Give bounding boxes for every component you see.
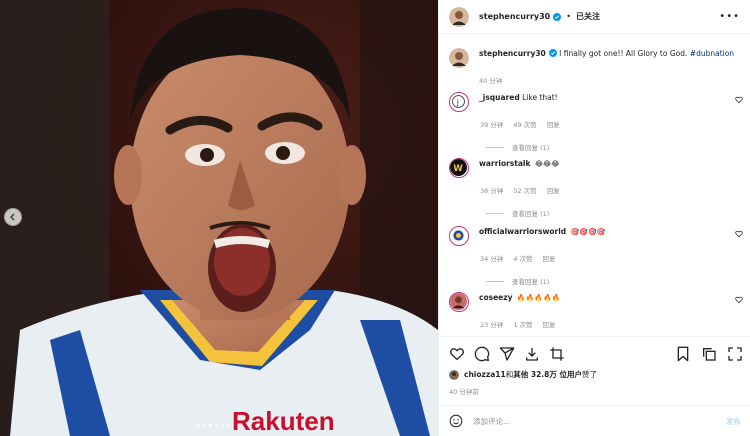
comment-time: 39 分钟 bbox=[480, 121, 504, 129]
verified-icon bbox=[548, 49, 557, 57]
commenter-avatar[interactable]: W bbox=[449, 158, 469, 178]
comment-like-heart-icon[interactable] bbox=[735, 96, 743, 104]
comment-item: j _jsquared Like that! 39 分钟 49 次赞 回复 查看回复… bbox=[449, 92, 743, 152]
view-replies-label: 查看回复 (1) bbox=[512, 210, 550, 218]
view-replies-button[interactable]: 查看回复 (1) bbox=[486, 142, 741, 152]
comment-text: Like that! bbox=[519, 93, 558, 102]
reply-button[interactable]: 回复 bbox=[543, 319, 556, 329]
comment-time: 38 分钟 bbox=[480, 187, 504, 195]
author-avatar[interactable] bbox=[449, 48, 469, 68]
carousel-dot bbox=[215, 424, 218, 427]
carousel-dot bbox=[203, 424, 206, 427]
comment-emojis: 🔥🔥🔥🔥🔥 bbox=[516, 294, 561, 302]
comment-time: 23 分钟 bbox=[480, 321, 504, 329]
commenter-avatar[interactable]: j bbox=[449, 92, 469, 112]
more-icon[interactable]: ••• bbox=[719, 11, 740, 22]
comment-item: officialwarriorsworld 🎯🎯🎯🎯 34 分钟 4 次赞 回复 查… bbox=[449, 226, 743, 286]
comment-text bbox=[513, 293, 515, 302]
author-username[interactable]: stephencurry30 bbox=[479, 12, 550, 21]
header-separator: • bbox=[566, 12, 571, 21]
svg-text:j: j bbox=[456, 98, 459, 107]
verified-icon bbox=[553, 12, 562, 21]
liker-avatar[interactable] bbox=[449, 369, 459, 380]
carousel-dots bbox=[197, 424, 230, 427]
post-header: stephencurry30 • 已关注 ••• bbox=[439, 0, 750, 34]
post-caption: stephencurry30 I finally got one!! All G… bbox=[449, 48, 741, 85]
comment-emojis: 🎯🎯🎯🎯 bbox=[570, 228, 606, 236]
svg-text:W: W bbox=[453, 164, 463, 174]
liked-by-conj: 和 bbox=[505, 370, 514, 379]
liked-by-suffix: 赞了 bbox=[581, 370, 597, 379]
reply-button[interactable]: 回复 bbox=[547, 119, 560, 129]
fullscreen-icon[interactable] bbox=[727, 346, 743, 362]
caption-username[interactable]: stephencurry30 bbox=[479, 49, 546, 58]
player-photo: Rakuten bbox=[0, 0, 438, 436]
following-button[interactable]: 已关注 bbox=[576, 11, 600, 22]
hashtag-link[interactable]: #dubnation bbox=[690, 49, 734, 58]
download-icon[interactable] bbox=[524, 346, 540, 362]
caption-text: I finally got one!! All Glory to God. bbox=[556, 49, 690, 58]
post-detail-panel: stephencurry30 • 已关注 ••• stephencurry30 … bbox=[438, 0, 750, 436]
carousel-dot bbox=[227, 424, 230, 427]
post-media[interactable]: Rakuten bbox=[0, 0, 438, 436]
comment-emojis: 😂😂😂 bbox=[534, 160, 560, 168]
carousel-dot-active bbox=[209, 424, 212, 427]
action-bar bbox=[439, 336, 750, 364]
comment-likes[interactable]: 1 次赞 bbox=[513, 319, 532, 329]
crop-icon[interactable] bbox=[549, 346, 565, 362]
commenter-avatar[interactable] bbox=[449, 292, 469, 312]
comment-like-heart-icon[interactable] bbox=[735, 296, 743, 304]
reply-button[interactable]: 回复 bbox=[543, 253, 556, 263]
commenter-username[interactable]: warriorstalk bbox=[479, 159, 530, 168]
bookmark-icon[interactable] bbox=[675, 346, 691, 362]
view-replies-label: 查看回复 (1) bbox=[512, 144, 550, 152]
view-replies-button[interactable]: 查看回复 (1) bbox=[486, 276, 741, 286]
commenter-username[interactable]: coseezy bbox=[479, 293, 513, 302]
comment-text bbox=[530, 159, 532, 168]
liked-by: chiozza11 和 其他 32.8万 位用户 赞了 bbox=[449, 369, 597, 380]
comment-time: 34 分钟 bbox=[480, 255, 504, 263]
comment-item: W warriorstalk 😂😂😂 38 分钟 52 次赞 回复 查看回复 (1) bbox=[449, 158, 741, 218]
carousel-dot bbox=[197, 424, 200, 427]
commenter-username[interactable]: _jsquared bbox=[479, 93, 520, 102]
emoji-icon[interactable] bbox=[449, 414, 463, 428]
add-comment-bar: 发布 bbox=[439, 405, 750, 436]
reply-button[interactable]: 回复 bbox=[547, 185, 560, 195]
liked-by-others[interactable]: 其他 32.8万 位用户 bbox=[513, 369, 582, 380]
comment-likes[interactable]: 49 次赞 bbox=[513, 119, 536, 129]
commenter-avatar[interactable] bbox=[449, 226, 469, 246]
carousel-dot bbox=[221, 424, 224, 427]
comment-likes[interactable]: 52 次赞 bbox=[513, 185, 536, 195]
copy-icon[interactable] bbox=[701, 346, 717, 362]
caption-time: 40 分钟 bbox=[479, 77, 503, 85]
view-replies-button[interactable]: 查看回复 (1) bbox=[486, 208, 741, 218]
author-avatar[interactable] bbox=[449, 6, 469, 27]
view-replies-label: 查看回复 (1) bbox=[512, 278, 550, 286]
comment-input[interactable] bbox=[473, 416, 726, 426]
carousel-prev-button[interactable] bbox=[4, 208, 22, 226]
share-icon[interactable] bbox=[499, 346, 515, 362]
comment-icon[interactable] bbox=[474, 346, 490, 362]
jersey-sponsor-text: Rakuten bbox=[232, 406, 335, 436]
comment-likes[interactable]: 4 次赞 bbox=[513, 253, 532, 263]
post-comment-button[interactable]: 发布 bbox=[726, 416, 741, 427]
comment-like-heart-icon[interactable] bbox=[735, 230, 743, 238]
comment-item: coseezy 🔥🔥🔥🔥🔥 23 分钟 1 次赞 回复 bbox=[449, 292, 743, 329]
comment-text bbox=[566, 227, 568, 236]
heart-icon[interactable] bbox=[449, 346, 465, 362]
liker-username[interactable]: chiozza11 bbox=[464, 370, 506, 379]
chevron-left-icon bbox=[10, 213, 15, 221]
commenter-username[interactable]: officialwarriorsworld bbox=[479, 227, 566, 236]
post-timestamp: 40 分钟前 bbox=[449, 388, 479, 396]
